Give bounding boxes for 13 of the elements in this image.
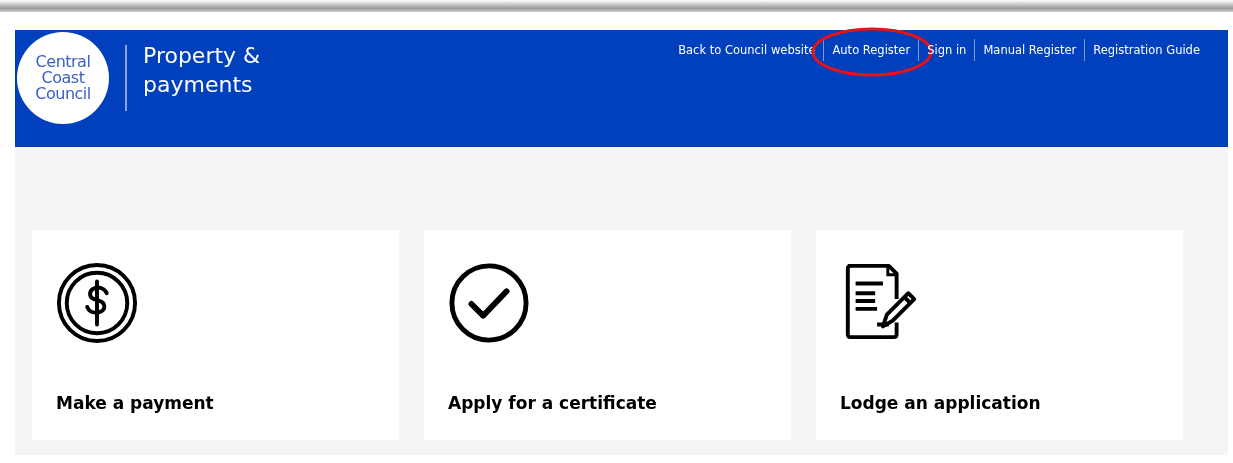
council-logo[interactable]: Central Coast Council <box>17 32 109 124</box>
card-title: Lodge an application <box>840 393 1042 413</box>
card-title: Apply for a certificate <box>448 393 658 413</box>
nav-link[interactable]: Auto Register <box>832 43 911 57</box>
nav-link[interactable]: Registration Guide <box>1093 43 1200 57</box>
service-card[interactable]: Apply for a certificate <box>424 230 791 440</box>
card-title: Make a payment <box>56 393 215 413</box>
service-card[interactable]: Make a payment <box>32 230 399 440</box>
site-title: Property & payments <box>143 42 261 99</box>
nav-link[interactable]: Manual Register <box>983 43 1077 57</box>
dollar-coin-icon <box>56 262 138 344</box>
service-card[interactable]: Lodge an application <box>816 230 1183 440</box>
checkmark-icon <box>448 262 530 344</box>
